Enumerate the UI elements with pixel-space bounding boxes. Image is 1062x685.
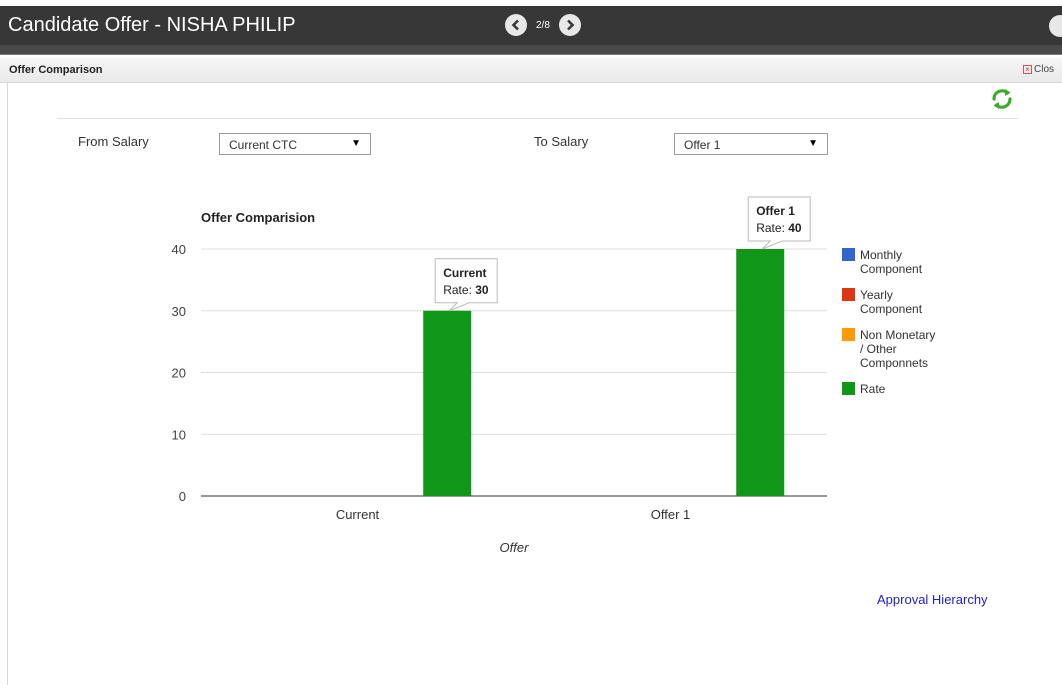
- y-tick-label: 10: [172, 427, 186, 442]
- legend-label-line: Component: [860, 302, 923, 316]
- tooltip-prefix: Rate:: [443, 283, 475, 297]
- x-axis-title: Offer: [500, 540, 530, 555]
- tooltip-number: 40: [788, 221, 802, 235]
- approval-hierarchy-link[interactable]: Approval Hierarchy: [877, 592, 988, 607]
- tooltip-title: Offer 1: [756, 204, 795, 218]
- legend-label-line: Rate: [860, 382, 886, 396]
- tooltip-prefix: Rate:: [756, 221, 788, 235]
- legend-label-line: Componnets: [860, 356, 928, 370]
- y-tick-label: 0: [179, 489, 186, 504]
- y-tick-label: 40: [172, 242, 186, 257]
- legend-label: Non Monetary / Other Componnets: [860, 328, 935, 370]
- legend-swatch: [842, 382, 855, 395]
- legend-label-line: / Other: [860, 342, 897, 356]
- chart-title: Offer Comparision: [201, 210, 315, 225]
- y-tick-label: 30: [172, 304, 186, 319]
- y-tick-label: 20: [172, 366, 186, 381]
- tooltip-title: Current: [443, 266, 486, 280]
- legend-label: Yearly Component: [860, 288, 923, 316]
- tooltip-number: 30: [475, 283, 489, 297]
- tooltip-value: Rate: 30: [443, 283, 489, 297]
- legend-label-line: Non Monetary: [860, 328, 935, 342]
- legend-swatch: [842, 288, 855, 301]
- legend-swatch: [842, 248, 855, 261]
- x-tick-label: Current: [336, 507, 380, 522]
- legend-label: Monthly Component: [860, 248, 923, 276]
- bar-rate: [423, 310, 472, 496]
- offer-comparison-chart: Offer Comparision 0 10 20 30 40 Current Offer 1…: [172, 196, 935, 555]
- legend-label-line: Component: [860, 262, 923, 276]
- legend-label-line: Monthly: [860, 248, 902, 262]
- x-tick-label: Offer 1: [651, 507, 691, 522]
- legend-label-line: Yearly: [860, 288, 893, 302]
- bar-rate: [736, 249, 785, 496]
- tooltip-value: Rate: 40: [756, 221, 802, 235]
- legend-swatch: [842, 328, 855, 341]
- legend-label: Rate: [860, 382, 886, 396]
